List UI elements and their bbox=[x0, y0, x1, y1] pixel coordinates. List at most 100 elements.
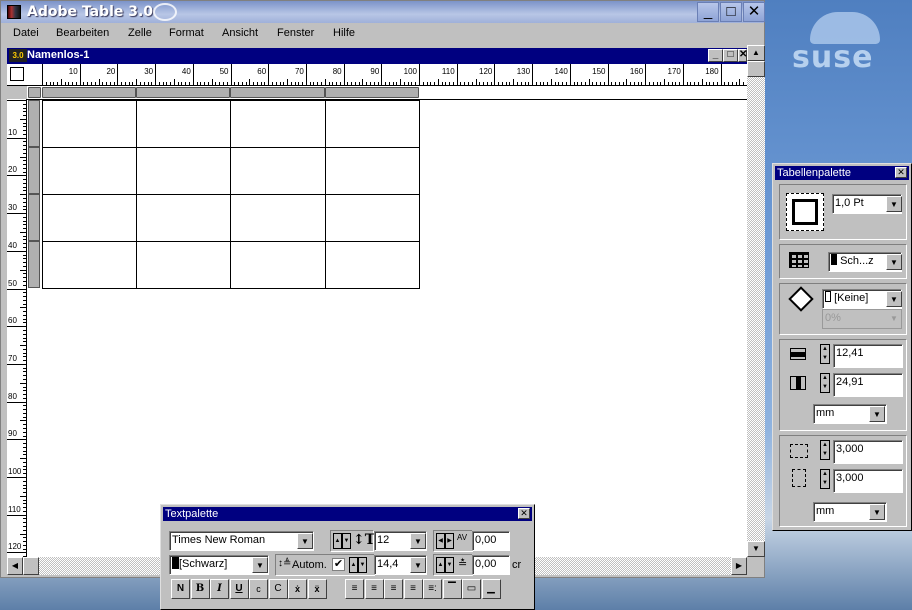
menu-bearbeiten[interactable]: Bearbeiten bbox=[56, 27, 109, 39]
normal-button[interactable]: N bbox=[171, 579, 190, 599]
menu-zelle[interactable]: Zelle bbox=[128, 27, 152, 39]
align-decimal-icon[interactable]: ≡: bbox=[423, 579, 442, 599]
table-cell[interactable] bbox=[42, 147, 138, 195]
vertical-scrollbar[interactable]: ▲ ▼ bbox=[747, 45, 765, 557]
underline-button[interactable]: U bbox=[229, 579, 249, 599]
chevron-down-icon[interactable]: ▼ bbox=[410, 557, 426, 573]
valign-top-icon[interactable]: ▔ bbox=[442, 579, 462, 599]
ruler-tick bbox=[23, 141, 26, 143]
menu-fenster[interactable]: Fenster bbox=[277, 27, 314, 39]
table-cell[interactable] bbox=[42, 194, 138, 242]
table-canvas[interactable] bbox=[27, 86, 747, 557]
horizontal-ruler: 10 20 30 40 50 60 70 80 90 100 110 120 130 140 150 160 1… bbox=[7, 64, 747, 86]
subscript-button[interactable]: ẍ bbox=[307, 579, 327, 599]
text-palette-title-bar[interactable]: Textpalette ✕ bbox=[163, 507, 532, 521]
table-cell[interactable] bbox=[230, 241, 326, 289]
table-cell[interactable] bbox=[42, 100, 138, 148]
column-header[interactable] bbox=[230, 87, 325, 98]
chevron-down-icon[interactable]: ▼ bbox=[869, 504, 885, 520]
table-cell[interactable] bbox=[324, 100, 420, 148]
baseline-input[interactable]: 0,00 bbox=[472, 555, 510, 575]
leading-stepper[interactable]: ▼ bbox=[358, 557, 367, 573]
chevron-down-icon[interactable]: ▼ bbox=[886, 291, 902, 307]
valign-center-icon[interactable]: ▭ bbox=[462, 579, 481, 599]
baseline-stepper[interactable]: ▼ bbox=[445, 557, 454, 573]
ruler-tick bbox=[249, 79, 251, 85]
all-caps-button[interactable]: C bbox=[268, 579, 288, 599]
minimize-button[interactable]: _ bbox=[697, 2, 719, 22]
row-height-stepper[interactable]: ▲ ▼ bbox=[820, 344, 830, 364]
horizontal-inset-stepper[interactable]: ▲ ▼ bbox=[820, 440, 830, 460]
column-header[interactable] bbox=[136, 87, 231, 98]
table-palette-close-button[interactable]: ✕ bbox=[895, 167, 907, 178]
app-title-bar[interactable]: Adobe Table 3.0 _ □ ✕ bbox=[1, 1, 765, 23]
chevron-down-icon[interactable]: ▼ bbox=[410, 533, 426, 549]
align-center-icon[interactable]: ≡ bbox=[384, 579, 403, 599]
table-palette-title-bar[interactable]: Tabellenpalette ✕ bbox=[775, 166, 909, 180]
table-cell[interactable] bbox=[136, 147, 232, 195]
table-cell[interactable] bbox=[324, 147, 420, 195]
italic-button[interactable]: I bbox=[210, 579, 229, 599]
small-caps-button[interactable]: c bbox=[249, 579, 268, 599]
doc-minimize-button[interactable]: _ bbox=[708, 49, 723, 62]
text-palette-close-button[interactable]: ✕ bbox=[518, 508, 530, 519]
align-right-icon[interactable]: ≡ bbox=[364, 579, 384, 599]
chevron-down-icon[interactable]: ▼ bbox=[886, 254, 902, 270]
superscript-button[interactable]: ẋ bbox=[288, 579, 307, 599]
vertical-inset-stepper[interactable]: ▲ ▼ bbox=[820, 469, 830, 489]
border-selector-icon[interactable] bbox=[786, 193, 824, 231]
menu-ansicht[interactable]: Ansicht bbox=[222, 27, 258, 39]
row-header[interactable] bbox=[28, 194, 40, 241]
column-header[interactable] bbox=[42, 87, 137, 98]
table-cell[interactable] bbox=[230, 147, 326, 195]
column-width-stepper[interactable]: ▲ ▼ bbox=[820, 373, 830, 393]
column-width-input[interactable]: 24,91 bbox=[833, 373, 903, 397]
chevron-down-icon[interactable]: ▼ bbox=[252, 557, 268, 573]
horizontal-inset-input[interactable]: 3,000 bbox=[833, 440, 903, 464]
doc-close-button[interactable]: ✕ bbox=[738, 49, 747, 62]
chevron-down-icon[interactable]: ▼ bbox=[297, 533, 313, 549]
doc-maximize-button[interactable]: □ bbox=[723, 49, 738, 62]
font-select[interactable]: Times New Roman bbox=[169, 531, 314, 551]
menu-format[interactable]: Format bbox=[169, 27, 204, 39]
tracking-stepper[interactable]: ▶ bbox=[445, 533, 454, 549]
align-left-icon[interactable]: ≡ bbox=[345, 579, 364, 599]
scroll-right-button[interactable]: ▶ bbox=[731, 557, 747, 575]
scroll-up-button[interactable]: ▲ bbox=[747, 45, 765, 61]
vertical-inset-input[interactable]: 3,000 bbox=[833, 469, 903, 493]
table-select-handle[interactable] bbox=[28, 87, 41, 98]
vertical-scroll-thumb[interactable] bbox=[747, 61, 765, 77]
table-cell[interactable] bbox=[324, 194, 420, 242]
table-cell[interactable] bbox=[136, 100, 232, 148]
menu-hilfe[interactable]: Hilfe bbox=[333, 27, 355, 39]
table-cell[interactable] bbox=[136, 194, 232, 242]
chevron-down-icon[interactable]: ▼ bbox=[869, 406, 885, 422]
chevron-down-icon[interactable]: ▼ bbox=[886, 196, 902, 212]
bold-button[interactable]: B bbox=[190, 579, 210, 599]
ruler-origin-box[interactable] bbox=[10, 67, 24, 81]
column-header[interactable] bbox=[324, 87, 419, 98]
maximize-button[interactable]: □ bbox=[720, 2, 742, 22]
font-size-stepper[interactable]: ▼ bbox=[342, 533, 351, 549]
valign-bottom-icon[interactable]: ▁ bbox=[481, 579, 501, 599]
ruler-tick bbox=[23, 216, 26, 218]
table-cell[interactable] bbox=[324, 241, 420, 289]
row-header[interactable] bbox=[28, 147, 40, 194]
table-cell[interactable] bbox=[42, 241, 138, 289]
table-cell[interactable] bbox=[230, 100, 326, 148]
horizontal-scroll-thumb[interactable] bbox=[23, 557, 39, 575]
row-header[interactable] bbox=[28, 241, 40, 288]
menu-datei[interactable]: Datei bbox=[13, 27, 39, 39]
scroll-left-button[interactable]: ◀ bbox=[7, 557, 23, 575]
document-title-bar[interactable]: 3.0 Namenlos-1 _ □ ✕ bbox=[7, 48, 747, 64]
row-header[interactable] bbox=[28, 100, 40, 147]
table-cell[interactable] bbox=[136, 241, 232, 289]
justify-icon[interactable]: ≡ bbox=[403, 579, 423, 599]
table-cell[interactable] bbox=[230, 194, 326, 242]
close-button[interactable]: ✕ bbox=[743, 2, 765, 22]
leading-auto-checkbox[interactable]: ✔ bbox=[332, 558, 345, 571]
scroll-down-button[interactable]: ▼ bbox=[747, 541, 765, 557]
tracking-input[interactable]: 0,00 bbox=[472, 531, 510, 551]
ruler-tick bbox=[23, 431, 26, 433]
row-height-input[interactable]: 12,41 bbox=[833, 344, 903, 368]
